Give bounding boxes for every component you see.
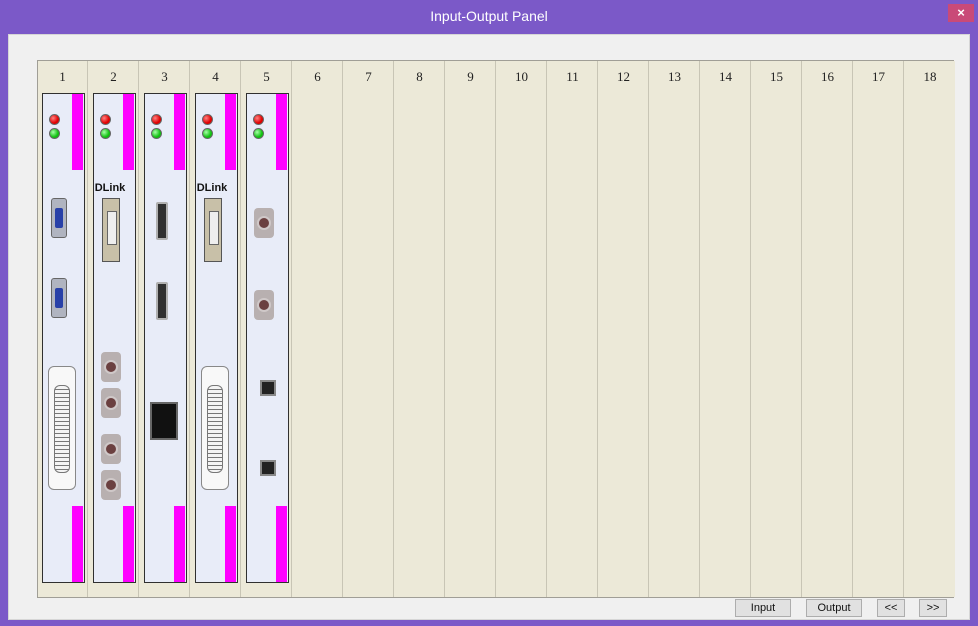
card-slot-2[interactable]: DLink: [93, 93, 136, 583]
slot-14[interactable]: 14: [701, 61, 751, 597]
slot-number: 9: [467, 69, 474, 84]
slot-4[interactable]: 4 DLink: [191, 61, 241, 597]
card-stripe: [276, 506, 287, 582]
slot-number: 15: [770, 69, 783, 84]
bnc-port-icon[interactable]: [101, 388, 121, 418]
card-stripe: [225, 94, 236, 170]
dvi-port-icon[interactable]: [204, 198, 222, 262]
rj45-port-icon[interactable]: [150, 402, 178, 440]
red-led-icon: [253, 114, 264, 125]
slot-number: 8: [416, 69, 423, 84]
card-slot-5[interactable]: [246, 93, 289, 583]
slot-3[interactable]: 3: [140, 61, 190, 597]
hdmi-port-icon[interactable]: [156, 202, 168, 240]
vga-port-icon[interactable]: [51, 198, 67, 238]
card-brand-label: DLink: [196, 182, 228, 194]
card-brand-label: DLink: [94, 182, 126, 194]
db-connector-icon[interactable]: [201, 366, 229, 490]
card-stripe: [225, 506, 236, 582]
slot-5[interactable]: 5: [242, 61, 292, 597]
client-area: 1 2 DLink 3 4 DLink 5 6 7 8 9 10 11 12 1…: [8, 34, 970, 620]
bnc-port-icon[interactable]: [101, 434, 121, 464]
card-stripe: [123, 506, 134, 582]
bnc-port-icon[interactable]: [254, 208, 274, 238]
close-button[interactable]: ×: [948, 4, 974, 22]
card-stripe: [174, 94, 185, 170]
db-connector-icon[interactable]: [48, 366, 76, 490]
card-slot-4[interactable]: DLink: [195, 93, 238, 583]
slot-15[interactable]: 15: [752, 61, 802, 597]
io-panel-window: Input-Output Panel × 1 2 DLink 3 4 DLink…: [0, 0, 978, 626]
input-button[interactable]: Input: [735, 599, 791, 617]
slot-number: 14: [719, 69, 732, 84]
slot-number: 17: [872, 69, 885, 84]
bnc-port-icon[interactable]: [101, 352, 121, 382]
vga-port-icon[interactable]: [51, 278, 67, 318]
slot-17[interactable]: 17: [854, 61, 904, 597]
slot-16[interactable]: 16: [803, 61, 853, 597]
title-bar[interactable]: Input-Output Panel ×: [0, 0, 978, 32]
green-led-icon: [151, 128, 162, 139]
slot-number: 11: [566, 69, 579, 84]
output-button[interactable]: Output: [806, 599, 862, 617]
previous-page-button[interactable]: <<: [877, 599, 905, 617]
hdmi-port-icon[interactable]: [156, 282, 168, 320]
red-led-icon: [151, 114, 162, 125]
dvi-port-icon[interactable]: [102, 198, 120, 262]
card-stripe: [123, 94, 134, 170]
green-led-icon: [202, 128, 213, 139]
slot-13[interactable]: 13: [650, 61, 700, 597]
slot-7[interactable]: 7: [344, 61, 394, 597]
fiber-port-icon[interactable]: [260, 460, 276, 476]
slot-8[interactable]: 8: [395, 61, 445, 597]
slot-number: 16: [821, 69, 834, 84]
red-led-icon: [202, 114, 213, 125]
slot-9[interactable]: 9: [446, 61, 496, 597]
slot-number: 3: [161, 69, 168, 84]
slot-number: 18: [923, 69, 937, 84]
green-led-icon: [49, 128, 60, 139]
slot-number: 5: [263, 69, 270, 84]
green-led-icon: [100, 128, 111, 139]
slot-1[interactable]: 1: [38, 61, 88, 597]
green-led-icon: [253, 128, 264, 139]
slot-10[interactable]: 10: [497, 61, 547, 597]
slot-number: 10: [515, 69, 528, 84]
slot-number: 1: [59, 69, 66, 84]
next-page-button[interactable]: >>: [919, 599, 947, 617]
card-stripe: [276, 94, 287, 170]
red-led-icon: [100, 114, 111, 125]
slot-panel: 1 2 DLink 3 4 DLink 5 6 7 8 9 10 11 12 1…: [37, 60, 955, 598]
slot-11[interactable]: 11: [548, 61, 598, 597]
slot-number: 13: [668, 69, 681, 84]
card-stripe: [174, 506, 185, 582]
fiber-port-icon[interactable]: [260, 380, 276, 396]
card-stripe: [72, 94, 83, 170]
slot-6[interactable]: 6: [293, 61, 343, 597]
bnc-port-icon[interactable]: [254, 290, 274, 320]
slot-2[interactable]: 2 DLink: [89, 61, 139, 597]
bnc-port-icon[interactable]: [101, 470, 121, 500]
slot-number: 2: [110, 69, 117, 84]
slot-number: 4: [212, 69, 219, 84]
slot-number: 12: [617, 69, 630, 84]
window-title: Input-Output Panel: [430, 8, 548, 24]
card-stripe: [72, 506, 83, 582]
slot-number: 6: [314, 69, 321, 84]
red-led-icon: [49, 114, 60, 125]
card-slot-1[interactable]: [42, 93, 85, 583]
slot-12[interactable]: 12: [599, 61, 649, 597]
slot-18[interactable]: 18: [905, 61, 955, 597]
card-slot-3[interactable]: [144, 93, 187, 583]
slot-number: 7: [365, 69, 372, 84]
